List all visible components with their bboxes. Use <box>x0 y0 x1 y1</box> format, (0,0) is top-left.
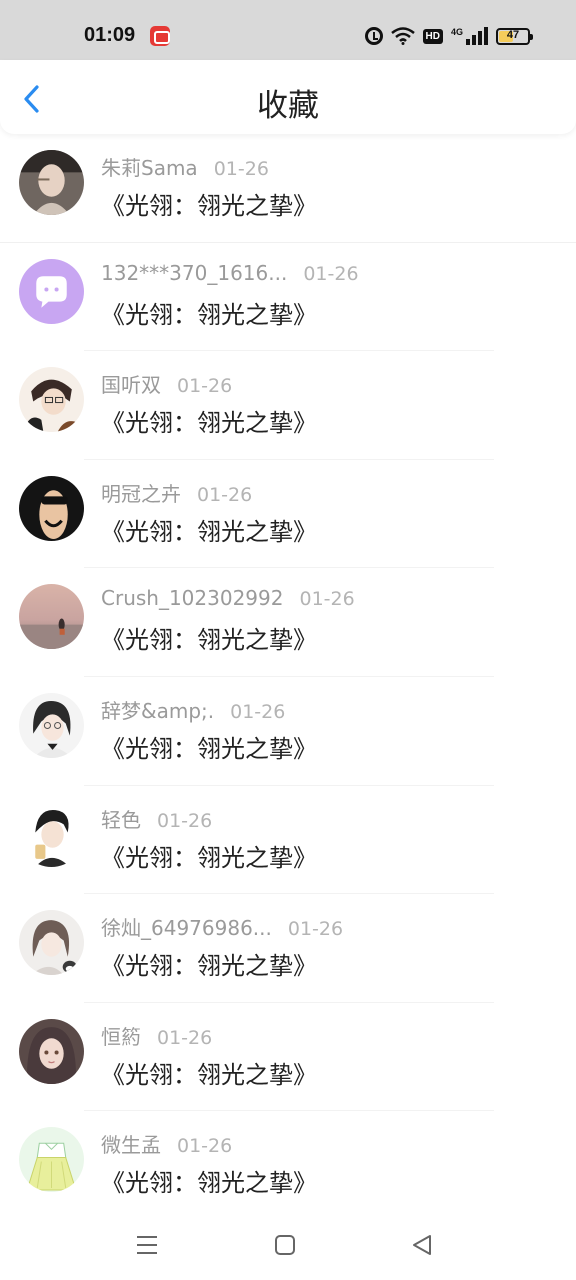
menu-icon[interactable] <box>133 1232 161 1258</box>
app-notification-icon <box>150 26 170 46</box>
collected-title[interactable]: 《光翎：翎光之挚》 <box>101 403 317 438</box>
avatar[interactable] <box>19 1018 84 1084</box>
item-meta: 辞梦&amp;. 01-26 <box>101 695 285 724</box>
collected-title[interactable]: 《光翎：翎光之挚》 <box>101 729 317 764</box>
date: 01-26 <box>303 262 359 285</box>
avatar[interactable] <box>19 1127 84 1193</box>
item-meta: 朱莉Sama 01-26 <box>101 152 269 181</box>
username[interactable]: 明冠之卉 <box>101 478 181 507</box>
hd-icon: HD <box>422 28 443 44</box>
date: 01-26 <box>157 809 213 832</box>
collected-title[interactable]: 《光翎：翎光之挚》 <box>101 512 317 547</box>
list-item[interactable]: 徐灿_64976986... 01-26 《光翎：翎光之挚》 <box>0 894 576 1003</box>
username[interactable]: 国听双 <box>101 369 161 398</box>
system-nav-bar <box>0 1210 576 1280</box>
collected-title[interactable]: 《光翎：翎光之挚》 <box>101 1163 317 1198</box>
date: 01-26 <box>197 483 253 506</box>
header: 收藏 <box>0 60 576 134</box>
list-item[interactable]: 朱莉Sama 01-26 《光翎：翎光之挚》 <box>0 134 576 243</box>
avatar[interactable] <box>19 150 84 215</box>
home-icon[interactable] <box>271 1232 299 1258</box>
collected-title[interactable]: 《光翎：翎光之挚》 <box>101 946 317 981</box>
status-time: 01:09 <box>84 24 136 46</box>
page-title: 收藏 <box>257 88 319 124</box>
date: 01-26 <box>299 588 355 611</box>
date: 01-26 <box>177 375 233 398</box>
collected-title[interactable]: 《光翎：翎光之挚》 <box>101 295 317 330</box>
list-item[interactable]: 轻色 01-26 《光翎：翎光之挚》 <box>0 786 576 895</box>
signal-icon: 4G <box>451 27 488 45</box>
avatar[interactable] <box>19 475 84 541</box>
collected-title[interactable]: 《光翎：翎光之挚》 <box>101 1055 317 1090</box>
item-meta: 轻色 01-26 <box>101 804 212 833</box>
item-meta: 明冠之卉 01-26 <box>101 478 252 507</box>
item-meta: 国听双 01-26 <box>101 369 232 398</box>
list-item[interactable]: 辞梦&amp;. 01-26 《光翎：翎光之挚》 <box>0 677 576 786</box>
list-item[interactable]: Crush_102302992 01-26 《光翎：翎光之挚》 <box>0 568 576 677</box>
avatar[interactable] <box>19 910 84 976</box>
collected-title[interactable]: 《光翎：翎光之挚》 <box>101 186 317 221</box>
collected-title[interactable]: 《光翎：翎光之挚》 <box>101 838 317 873</box>
list-item[interactable]: 微生孟 01-26 《光翎：翎光之挚》 <box>0 1111 576 1220</box>
item-meta: 微生孟 01-26 <box>101 1129 232 1158</box>
username[interactable]: Crush_102302992 <box>101 586 283 610</box>
date: 01-26 <box>213 158 269 180</box>
username[interactable]: 朱莉Sama <box>101 152 198 181</box>
status-bar: 01:09 HD 4G 47 <box>0 0 576 60</box>
status-icons: HD 4G 47 <box>364 24 533 48</box>
item-meta: 132***370_1616... 01-26 <box>101 261 359 285</box>
username[interactable]: 恒箹 <box>101 1021 141 1050</box>
date: 01-26 <box>287 918 344 941</box>
wifi-icon <box>390 27 415 45</box>
item-meta: 恒箹 01-26 <box>101 1021 212 1050</box>
item-meta: Crush_102302992 01-26 <box>101 586 355 610</box>
username[interactable]: 徐灿_64976986... <box>101 912 272 941</box>
network-type-label: 4G <box>450 27 463 37</box>
date: 01-26 <box>177 1135 233 1158</box>
date: 01-26 <box>157 1026 213 1049</box>
item-meta: 徐灿_64976986... 01-26 <box>101 912 343 941</box>
username[interactable]: 132***370_1616... <box>101 261 287 285</box>
collected-title[interactable]: 《光翎：翎光之挚》 <box>101 620 317 655</box>
date: 01-26 <box>230 700 286 723</box>
list-item[interactable]: 明冠之卉 01-26 《光翎：翎光之挚》 <box>0 460 576 569</box>
username[interactable]: 微生孟 <box>101 1129 161 1158</box>
alarm-icon <box>364 27 383 45</box>
battery-level: 47 <box>506 28 520 41</box>
avatar[interactable] <box>19 258 84 324</box>
list-item[interactable]: 国听双 01-26 《光翎：翎光之挚》 <box>0 351 576 460</box>
avatar[interactable] <box>19 367 84 433</box>
avatar[interactable] <box>19 692 84 758</box>
list-item[interactable]: 132***370_1616... 01-26 《光翎：翎光之挚》 <box>0 243 576 352</box>
username[interactable]: 辞梦&amp;. <box>101 695 214 724</box>
avatar[interactable] <box>19 801 84 867</box>
username[interactable]: 轻色 <box>101 804 141 833</box>
list-item[interactable]: 恒箹 01-26 《光翎：翎光之挚》 <box>0 1003 576 1112</box>
battery-icon: 47 <box>496 27 533 45</box>
avatar[interactable] <box>19 584 84 650</box>
back-icon[interactable] <box>408 1232 436 1258</box>
favorites-list: 朱莉Sama 01-26 《光翎：翎光之挚》 132***370_1616...… <box>0 134 576 1220</box>
